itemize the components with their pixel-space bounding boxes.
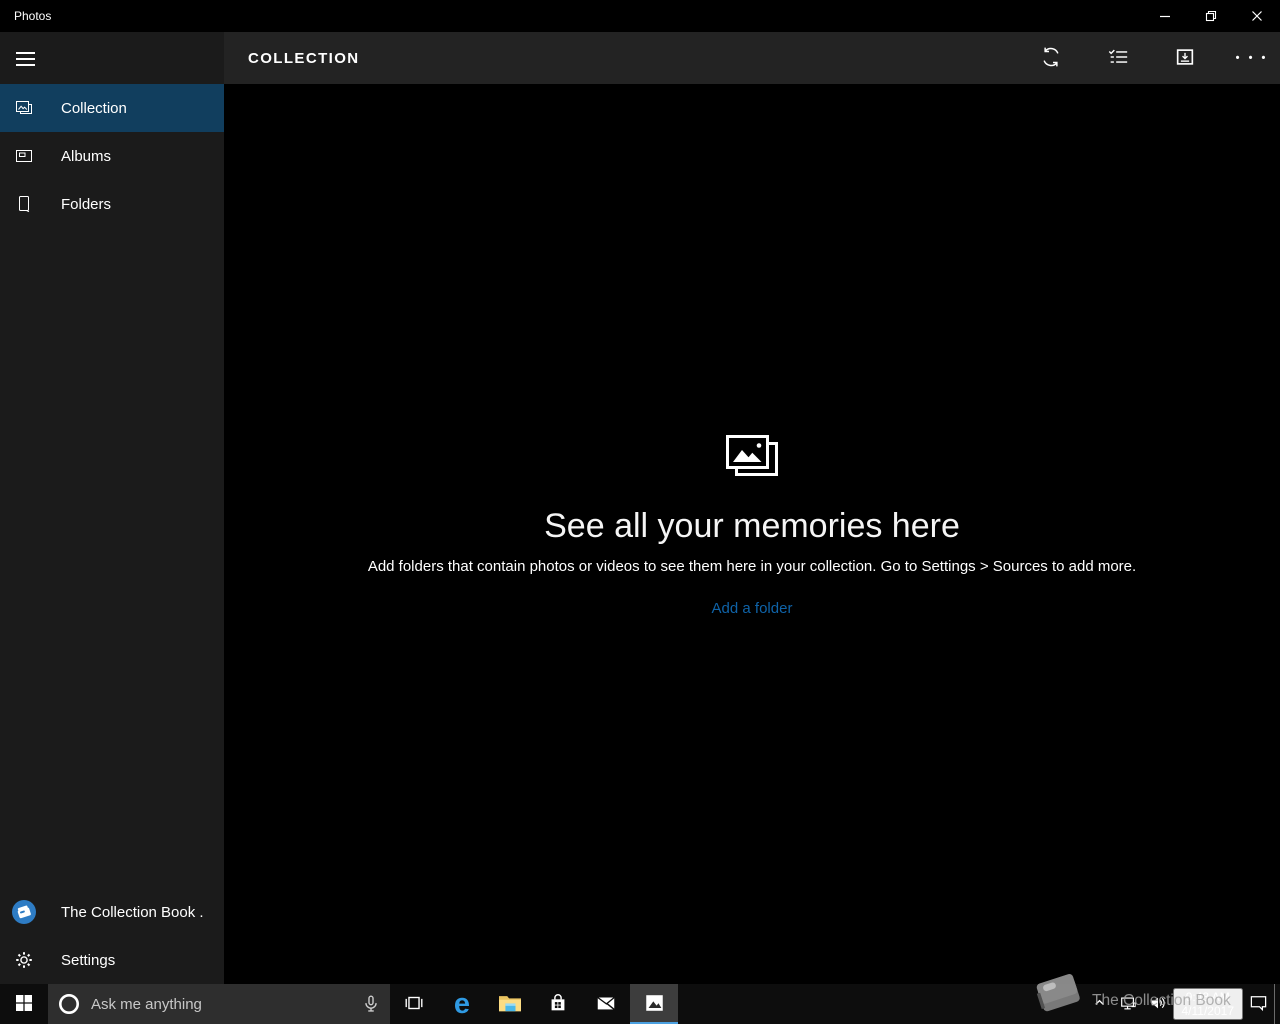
sidebar-item-label: Folders bbox=[61, 195, 112, 213]
restore-button[interactable] bbox=[1188, 0, 1234, 32]
mail-icon bbox=[595, 992, 617, 1017]
collection-content: See all your memories here Add folders t… bbox=[224, 84, 1280, 984]
account-name: The Collection Book . bbox=[61, 903, 204, 921]
window-controls bbox=[1142, 0, 1280, 32]
sidebar-bottom: The Collection Book . Settings bbox=[0, 888, 224, 984]
store-icon bbox=[547, 992, 569, 1017]
account-avatar-book-icon bbox=[12, 900, 36, 924]
gear-icon bbox=[14, 950, 34, 970]
refresh-icon bbox=[1040, 46, 1062, 71]
network-icon bbox=[1119, 994, 1137, 1015]
action-center-button[interactable] bbox=[1243, 984, 1274, 1024]
windows-logo-icon bbox=[16, 994, 32, 1014]
sidebar-item-label: Collection bbox=[61, 99, 127, 117]
app-header: COLLECTION • • • bbox=[0, 32, 1280, 84]
microphone-icon[interactable] bbox=[360, 993, 382, 1015]
photos-app-button[interactable] bbox=[630, 984, 678, 1024]
search-input[interactable] bbox=[91, 995, 360, 1013]
chevron-up-icon bbox=[1092, 995, 1107, 1013]
main-header: COLLECTION • • • bbox=[224, 32, 1280, 84]
photos-icon bbox=[643, 992, 666, 1017]
edge-icon: e bbox=[453, 987, 471, 1020]
speaker-icon bbox=[1149, 994, 1167, 1015]
clock-time: 9:48 AM bbox=[1185, 990, 1230, 1004]
store-button[interactable] bbox=[534, 984, 582, 1024]
sidebar-item-label: Albums bbox=[61, 147, 112, 165]
close-button[interactable] bbox=[1234, 0, 1280, 32]
show-desktop-button[interactable] bbox=[1274, 984, 1280, 1024]
page-title: COLLECTION bbox=[248, 49, 360, 67]
clock-date: 4/11/2017 bbox=[1181, 1004, 1235, 1018]
start-button[interactable] bbox=[0, 984, 48, 1024]
sidebar-item-settings[interactable]: Settings bbox=[0, 936, 224, 984]
refresh-button[interactable] bbox=[1027, 34, 1075, 82]
network-tray-button[interactable] bbox=[1113, 984, 1143, 1024]
sidebar-header bbox=[0, 32, 224, 84]
taskbar: e bbox=[0, 984, 1280, 1024]
sidebar-item-albums[interactable]: Albums bbox=[0, 132, 224, 180]
hidden-icons-chevron[interactable] bbox=[1086, 984, 1113, 1024]
mail-button[interactable] bbox=[582, 984, 630, 1024]
edge-button[interactable]: e bbox=[438, 984, 486, 1024]
volume-tray-button[interactable] bbox=[1143, 984, 1173, 1024]
photos-stack-icon bbox=[723, 432, 781, 487]
more-icon: • • • bbox=[1235, 52, 1269, 64]
file-explorer-icon bbox=[497, 992, 523, 1017]
settings-label: Settings bbox=[61, 951, 116, 969]
collection-icon bbox=[14, 98, 34, 118]
header-actions: • • • bbox=[1027, 34, 1280, 82]
action-center-icon bbox=[1249, 993, 1268, 1015]
folders-icon bbox=[14, 194, 34, 214]
sidebar-item-folders[interactable]: Folders bbox=[0, 180, 224, 228]
hamburger-menu-button[interactable] bbox=[1, 35, 49, 83]
window-title: Photos bbox=[14, 9, 52, 23]
cortana-icon bbox=[57, 992, 81, 1016]
desktop: Photos COLLECTION • • • Collection Album… bbox=[0, 0, 1280, 1024]
empty-state-description: Add folders that contain photos or video… bbox=[367, 558, 1137, 575]
window-titlebar: Photos bbox=[0, 0, 1280, 32]
restore-icon bbox=[1205, 10, 1217, 22]
minimize-button[interactable] bbox=[1142, 0, 1188, 32]
add-folder-link[interactable]: Add a folder bbox=[712, 600, 793, 617]
taskbar-clock[interactable]: 9:48 AM 4/11/2017 bbox=[1172, 988, 1243, 1020]
hamburger-icon bbox=[15, 52, 35, 54]
system-tray: 9:48 AM 4/11/2017 bbox=[1086, 984, 1280, 1024]
close-icon bbox=[1251, 10, 1263, 22]
select-button[interactable] bbox=[1094, 34, 1142, 82]
import-button[interactable] bbox=[1161, 34, 1209, 82]
task-view-icon bbox=[403, 992, 425, 1017]
more-button[interactable]: • • • bbox=[1228, 34, 1276, 82]
minimize-icon bbox=[1159, 10, 1171, 22]
albums-icon bbox=[14, 146, 34, 166]
app-body: Collection Albums Folders The Collection… bbox=[0, 84, 1280, 984]
file-explorer-button[interactable] bbox=[486, 984, 534, 1024]
sidebar: Collection Albums Folders The Collection… bbox=[0, 84, 224, 984]
multiselect-icon bbox=[1107, 46, 1129, 71]
import-icon bbox=[1174, 46, 1196, 71]
account-item[interactable]: The Collection Book . bbox=[0, 888, 224, 936]
sidebar-item-collection[interactable]: Collection bbox=[0, 84, 224, 132]
task-view-button[interactable] bbox=[390, 984, 438, 1024]
cortana-search-box[interactable] bbox=[48, 984, 390, 1024]
empty-state-title: See all your memories here bbox=[544, 507, 960, 545]
